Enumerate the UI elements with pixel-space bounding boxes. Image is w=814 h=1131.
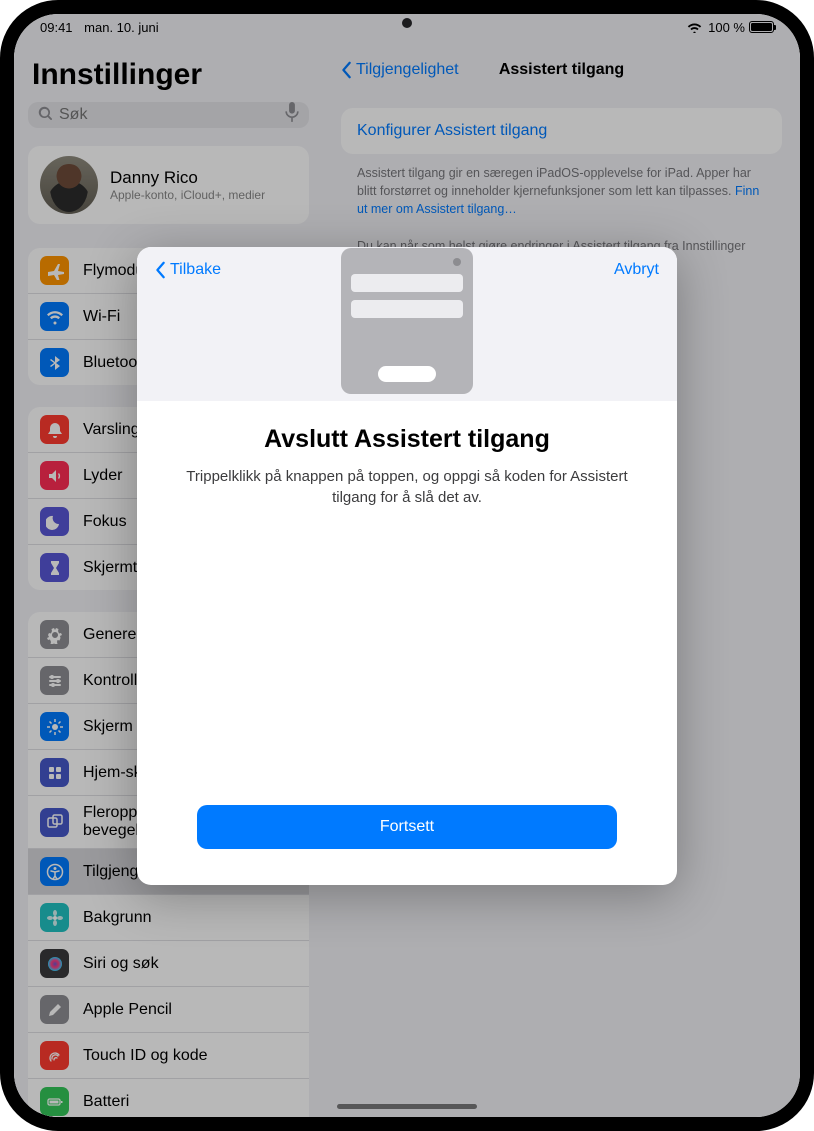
profile-card[interactable]: Danny Rico Apple-konto, iCloud+, medier <box>28 146 309 224</box>
sidebar-item-label: Batteri <box>83 1093 129 1111</box>
speaker-icon <box>40 461 69 490</box>
mic-icon[interactable] <box>285 102 299 128</box>
sidebar-item-bakgrunn[interactable]: Bakgrunn <box>28 895 309 941</box>
hourglass-icon <box>40 553 69 582</box>
moon-icon <box>40 507 69 536</box>
sidebar-item-label: Lyder <box>83 467 122 485</box>
detail-title: Assistert tilgang <box>499 61 624 79</box>
flower-icon <box>40 903 69 932</box>
sun-icon <box>40 712 69 741</box>
chevron-left-icon <box>155 261 167 279</box>
configure-row[interactable]: Konfigurer Assistert tilgang <box>341 108 782 154</box>
siri-icon <box>40 949 69 978</box>
bluetooth-icon <box>40 348 69 377</box>
sidebar-item-label: Fokus <box>83 513 127 531</box>
battery-percent: 100 % <box>708 20 745 35</box>
sidebar-title: Innstillinger <box>32 58 305 92</box>
bell-icon <box>40 415 69 444</box>
status-date: man. 10. juni <box>84 20 158 35</box>
front-camera <box>402 18 412 28</box>
modal-cancel-button[interactable]: Avbryt <box>614 261 659 279</box>
modal-header: Tilbake Avbryt <box>137 247 677 293</box>
squares-icon <box>40 808 69 837</box>
sidebar-item-label: Apple Pencil <box>83 1001 172 1019</box>
continue-button[interactable]: Fortsett <box>197 805 617 849</box>
accessibility-icon <box>40 857 69 886</box>
battery-icon <box>749 21 774 33</box>
airplane-icon <box>40 256 69 285</box>
pencil-icon <box>40 995 69 1024</box>
modal-heading: Avslutt Assistert tilgang <box>167 425 647 454</box>
home-indicator[interactable] <box>337 1104 477 1109</box>
sidebar-item-batteri[interactable]: Batteri <box>28 1079 309 1117</box>
search-field[interactable] <box>28 102 309 128</box>
sidebar-item-apple-pencil[interactable]: Apple Pencil <box>28 987 309 1033</box>
profile-subtitle: Apple-konto, iCloud+, medier <box>110 188 265 202</box>
sidebar-item-label: Generelt <box>83 626 144 644</box>
wifi-icon <box>40 302 69 331</box>
modal-description: Trippelklikk på knappen på toppen, og op… <box>167 466 647 508</box>
sliders-icon <box>40 666 69 695</box>
wifi-icon <box>687 22 702 33</box>
search-icon <box>38 106 53 125</box>
sidebar-item-label: Wi-Fi <box>83 308 120 326</box>
battery-icon <box>40 1087 69 1116</box>
gear-icon <box>40 620 69 649</box>
description-text: Assistert tilgang gir en særegen iPadOS-… <box>341 164 782 255</box>
sidebar-item-label: Siri og søk <box>83 955 159 973</box>
sidebar-item-label: Touch ID og kode <box>83 1047 208 1065</box>
modal-back-button[interactable]: Tilbake <box>155 261 221 279</box>
profile-name: Danny Rico <box>110 168 265 188</box>
back-button[interactable]: Tilgjengelighet <box>341 61 459 79</box>
search-input[interactable] <box>59 106 279 124</box>
avatar <box>40 156 98 214</box>
sidebar-item-touch-id-og-kode[interactable]: Touch ID og kode <box>28 1033 309 1079</box>
fingerprint-icon <box>40 1041 69 1070</box>
chevron-left-icon <box>341 61 353 79</box>
sidebar-item-label: Bakgrunn <box>83 909 152 927</box>
detail-nav: Tilgjengelighet Assistert tilgang <box>341 50 782 90</box>
modal-sheet: Tilbake Avbryt Avslutt Assistert tilgang… <box>137 247 677 885</box>
status-time: 09:41 <box>40 20 73 35</box>
grid-icon <box>40 758 69 787</box>
sidebar-item-siri-og-s-k[interactable]: Siri og søk <box>28 941 309 987</box>
